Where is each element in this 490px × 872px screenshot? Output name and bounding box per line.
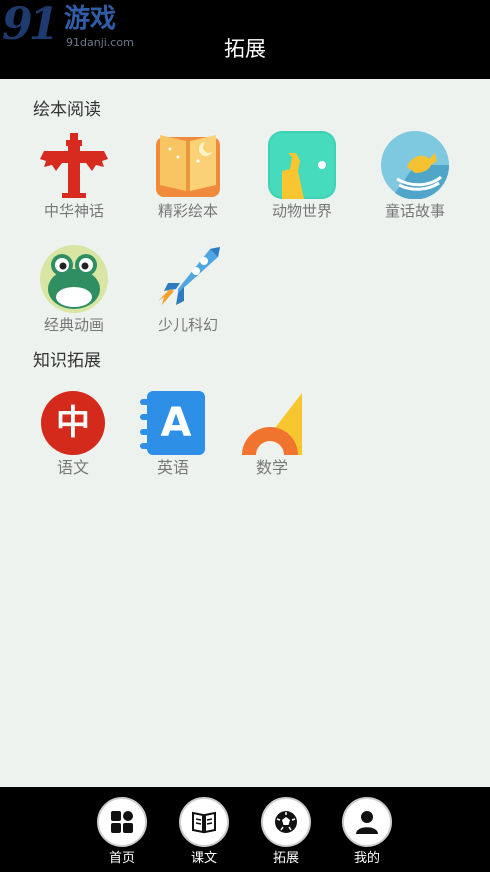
tile-label: 精彩绘本 — [157, 202, 218, 220]
tile-math[interactable]: 数学 — [222, 391, 322, 491]
bottom-tab-bar: 首页 课文 拓展 我的 — [0, 787, 490, 872]
tile-label: 动物世界 — [271, 202, 332, 220]
tile-chinese-myths[interactable]: 中华神话 — [24, 131, 124, 231]
giraffe-icon — [268, 131, 336, 199]
book-icon — [156, 135, 220, 197]
frog-icon — [40, 245, 108, 313]
pillar-icon — [40, 133, 108, 198]
home-grid-icon — [111, 811, 133, 833]
tab-label: 我的 — [353, 851, 380, 866]
tile-label: 数学 — [255, 458, 288, 477]
tab-icon-circle — [179, 797, 229, 847]
section-title-picture-books: 绘本阅读 — [33, 100, 101, 120]
tab-label: 课文 — [190, 851, 217, 866]
open-book-icon — [192, 811, 216, 834]
tile-label: 英语 — [156, 458, 189, 477]
page-title: 拓展 — [224, 37, 266, 61]
tab-icon-circle — [261, 797, 311, 847]
tile-label: 童话故事 — [384, 202, 445, 220]
top-bar: 91 游戏 91danji.com 拓展 — [0, 0, 490, 79]
tab-lessons[interactable]: 课文 — [169, 787, 239, 872]
chinese-char-icon: 中 — [41, 391, 105, 455]
tab-home[interactable]: 首页 — [87, 787, 157, 872]
ruler-protractor-icon — [242, 393, 302, 455]
tile-classic-animation[interactable]: 经典动画 — [24, 245, 124, 345]
watermark-title: 游戏 — [64, 4, 117, 34]
tab-mine[interactable]: 我的 — [332, 787, 402, 872]
user-icon — [356, 811, 378, 834]
section-title-knowledge: 知识拓展 — [33, 351, 101, 371]
tab-icon-circle — [342, 797, 392, 847]
rocking-horse-icon — [381, 131, 449, 199]
tile-label: 经典动画 — [43, 316, 104, 334]
tile-label: 语文 — [56, 458, 89, 477]
tab-extension[interactable]: 拓展 — [251, 787, 321, 872]
rocket-icon — [158, 247, 220, 305]
ball-icon — [275, 811, 297, 833]
binding-rings-icon — [140, 399, 152, 449]
tile-label: 中华神话 — [43, 202, 104, 220]
tab-icon-circle — [97, 797, 147, 847]
tab-label: 拓展 — [272, 851, 299, 866]
tile-label: 少儿科幻 — [157, 316, 218, 334]
tile-fairy-tales[interactable]: 童话故事 — [365, 131, 465, 231]
english-letter-icon: A — [147, 391, 205, 455]
tile-picture-books[interactable]: 精彩绘本 — [138, 131, 238, 231]
tile-kids-scifi[interactable]: 少儿科幻 — [138, 245, 238, 345]
tile-chinese[interactable]: 中 语文 — [23, 391, 123, 491]
tab-label: 首页 — [108, 851, 135, 866]
tile-animal-world[interactable]: 动物世界 — [252, 131, 352, 231]
tile-english[interactable]: A 英语 — [123, 391, 223, 491]
